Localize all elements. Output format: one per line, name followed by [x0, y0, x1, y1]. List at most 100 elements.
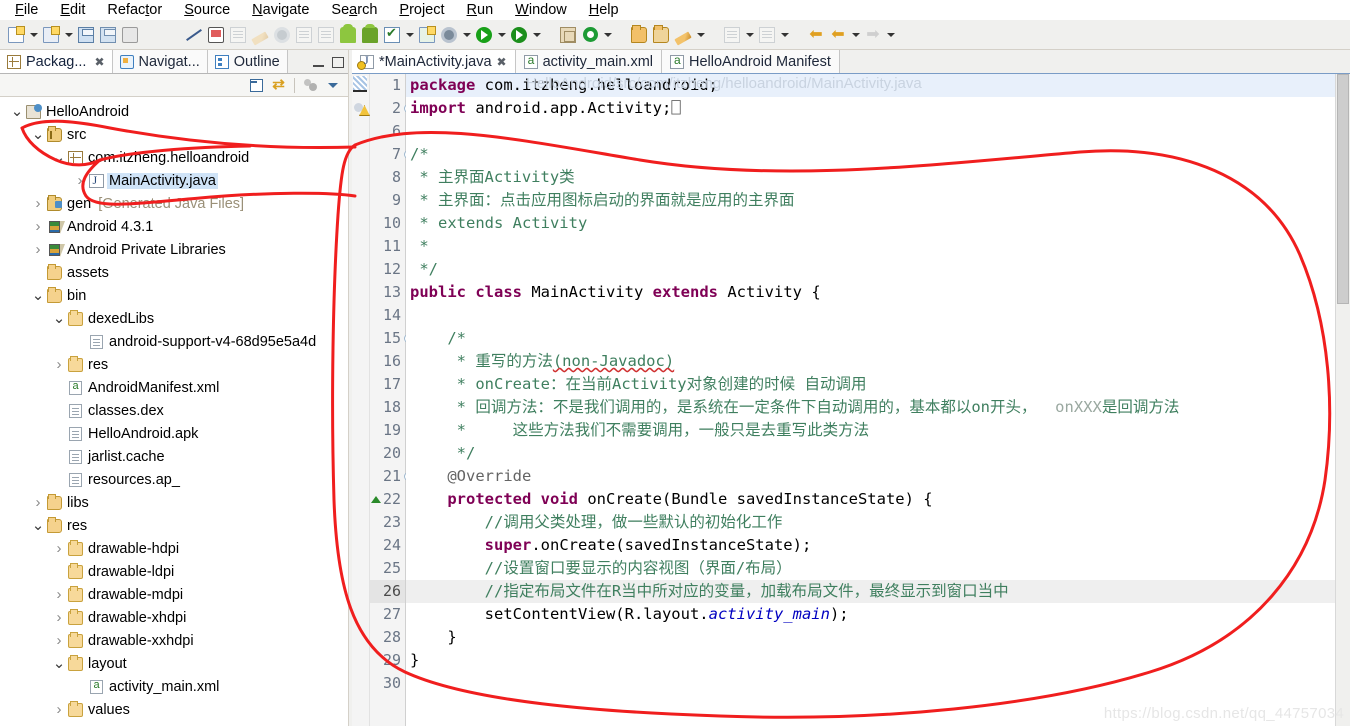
- save-icon[interactable]: [75, 24, 97, 46]
- debug-dropdown-arrow[interactable]: [460, 24, 473, 46]
- close-icon[interactable]: ✖: [94, 55, 104, 69]
- chevron-down-icon[interactable]: [31, 522, 45, 530]
- android-sdk-manager-icon[interactable]: [227, 24, 249, 46]
- menu-item-edit[interactable]: Edit: [49, 2, 96, 18]
- tree-item-drawable-ldpi[interactable]: drawable-ldpi: [0, 560, 348, 583]
- open-type-icon[interactable]: [628, 24, 650, 46]
- chevron-right-icon[interactable]: [52, 586, 66, 603]
- left-view-tab-navigat-[interactable]: Navigat...: [112, 50, 208, 73]
- tree-item-classes.dex[interactable]: classes.dex: [0, 399, 348, 422]
- forward-dropdown-arrow[interactable]: [884, 24, 897, 46]
- tree-item-com.itzheng.helloandroid[interactable]: com.itzheng.helloandroid: [0, 146, 348, 169]
- project-tree[interactable]: HelloAndroid srccom.itzheng.helloandroid M…: [0, 97, 348, 726]
- chevron-down-icon[interactable]: [31, 131, 45, 139]
- back-icon[interactable]: ⬅: [827, 24, 849, 46]
- code-line[interactable]: * onCreate：在当前Activity对象创建的时候 自动调用: [406, 373, 1335, 396]
- new-activity-icon[interactable]: [315, 24, 337, 46]
- tree-item-androidmanifest.xml[interactable]: AndroidManifest.xml: [0, 376, 348, 399]
- tree-item-drawable-hdpi[interactable]: drawable-hdpi: [0, 537, 348, 560]
- tree-item-gen[interactable]: gen [Generated Java Files]: [0, 192, 348, 215]
- code-line[interactable]: *: [406, 235, 1335, 258]
- code-line[interactable]: * 这些方法我们不需要调用，一般只是去重写此类方法: [406, 419, 1335, 442]
- toggle-breadcrumb-icon[interactable]: [672, 24, 694, 46]
- editor-marker-ruler[interactable]: [352, 74, 370, 726]
- new-file-icon[interactable]: [5, 24, 27, 46]
- validate-dropdown-arrow[interactable]: [403, 24, 416, 46]
- link-with-editor-icon[interactable]: ⇄: [269, 76, 288, 95]
- last-edit-location-icon[interactable]: ⬅: [805, 24, 827, 46]
- new-package-icon[interactable]: [557, 24, 579, 46]
- save-all-icon[interactable]: [97, 24, 119, 46]
- tree-item-resources.ap_[interactable]: resources.ap_: [0, 468, 348, 491]
- menu-item-file[interactable]: File: [4, 2, 49, 18]
- code-line[interactable]: setContentView(R.layout.activity_main);: [406, 603, 1335, 626]
- new-java-class-dropdown-arrow[interactable]: [601, 24, 614, 46]
- code-line[interactable]: [406, 304, 1335, 327]
- code-line[interactable]: super.onCreate(savedInstanceState);: [406, 534, 1335, 557]
- chevron-right-icon[interactable]: [52, 540, 66, 557]
- chevron-down-icon[interactable]: [52, 660, 66, 668]
- chevron-right-icon[interactable]: [73, 172, 87, 189]
- code-line[interactable]: * 主界面Activity类: [406, 166, 1335, 189]
- menu-item-project[interactable]: Project: [388, 2, 455, 18]
- editor-tab-helloandroid-manifest[interactable]: HelloAndroid Manifest: [662, 50, 840, 73]
- new-android-project-icon[interactable]: [416, 24, 438, 46]
- tree-item-dexedlibs[interactable]: dexedLibs: [0, 307, 348, 330]
- next-annotation-dropdown-arrow[interactable]: [778, 24, 791, 46]
- android-device-icon[interactable]: [337, 23, 359, 46]
- breadcrumb-dropdown-arrow[interactable]: [694, 24, 707, 46]
- scrollbar-thumb[interactable]: [1337, 74, 1349, 304]
- code-line[interactable]: //设置窗口要显示的内容视图（界面/布局）: [406, 557, 1335, 580]
- editor-tab--mainactivity.java[interactable]: *MainActivity.java ✖: [352, 50, 516, 73]
- run-as-icon[interactable]: [508, 24, 530, 46]
- code-line[interactable]: [406, 672, 1335, 695]
- chevron-right-icon[interactable]: [52, 701, 66, 718]
- chevron-right-icon[interactable]: [52, 632, 66, 649]
- code-area[interactable]: HelloAndroid/src/com/itzheng/helloandroi…: [406, 74, 1335, 726]
- code-line[interactable]: * 回调方法：不是我们调用的，是系统在一定条件下自动调用的，基本都以on开头， …: [406, 396, 1335, 419]
- code-line[interactable]: /*: [406, 143, 1335, 166]
- code-line[interactable]: @Override: [406, 465, 1335, 488]
- chevron-right-icon[interactable]: [52, 356, 66, 373]
- forward-icon[interactable]: ➡: [862, 24, 884, 46]
- editor-vertical-scrollbar[interactable]: [1335, 74, 1350, 726]
- next-annotation-icon[interactable]: [756, 24, 778, 46]
- back-dropdown-arrow[interactable]: [849, 24, 862, 46]
- tree-item-res[interactable]: res: [0, 514, 348, 537]
- menu-item-refactor[interactable]: Refactor: [96, 2, 173, 18]
- tree-item-drawable-mdpi[interactable]: drawable-mdpi: [0, 583, 348, 606]
- editor-tab-activity_main.xml[interactable]: activity_main.xml: [515, 50, 662, 73]
- focus-on-active-task-icon[interactable]: [301, 76, 320, 95]
- chevron-down-icon[interactable]: [52, 315, 66, 323]
- run-dropdown-arrow[interactable]: [495, 24, 508, 46]
- chevron-right-icon[interactable]: [31, 494, 45, 511]
- tree-item-values[interactable]: values: [0, 698, 348, 721]
- menu-item-window[interactable]: Window: [504, 2, 578, 18]
- collapse-all-icon[interactable]: [247, 76, 266, 95]
- tree-item-drawable-xxhdpi[interactable]: drawable-xxhdpi: [0, 629, 348, 652]
- code-line[interactable]: import android.app.Activity;⎕: [406, 97, 1335, 120]
- tree-item-assets[interactable]: assets: [0, 261, 348, 284]
- chevron-down-icon[interactable]: [10, 108, 24, 116]
- chevron-right-icon[interactable]: [31, 218, 45, 235]
- maximize-button[interactable]: [328, 51, 348, 73]
- open-resource-icon[interactable]: [650, 24, 672, 46]
- chevron-right-icon[interactable]: [31, 195, 45, 212]
- tree-item-helloandroid[interactable]: HelloAndroid: [0, 100, 348, 123]
- new-xml-file-icon[interactable]: [293, 24, 315, 46]
- tree-item-activity_main.xml[interactable]: activity_main.xml: [0, 675, 348, 698]
- new-wizard-icon[interactable]: [40, 24, 62, 46]
- previous-annotation-icon[interactable]: [721, 24, 743, 46]
- code-line[interactable]: * extends Activity: [406, 212, 1335, 235]
- code-line[interactable]: //调用父类处理，做一些默认的初始化工作: [406, 511, 1335, 534]
- code-line[interactable]: * 主界面：点击应用图标启动的界面就是应用的主界面: [406, 189, 1335, 212]
- run-android-lint-icon[interactable]: [271, 24, 293, 46]
- tree-item-src[interactable]: src: [0, 123, 348, 146]
- tree-item-android-support-v4-68d95e5a4d[interactable]: android-support-v4-68d95e5a4d: [0, 330, 348, 353]
- menu-item-run[interactable]: Run: [456, 2, 505, 18]
- view-menu-icon[interactable]: [323, 76, 342, 95]
- menu-item-search[interactable]: Search: [320, 2, 388, 18]
- menu-item-source[interactable]: Source: [173, 2, 241, 18]
- code-line[interactable]: /*: [406, 327, 1335, 350]
- android-emulator-icon[interactable]: [359, 23, 381, 46]
